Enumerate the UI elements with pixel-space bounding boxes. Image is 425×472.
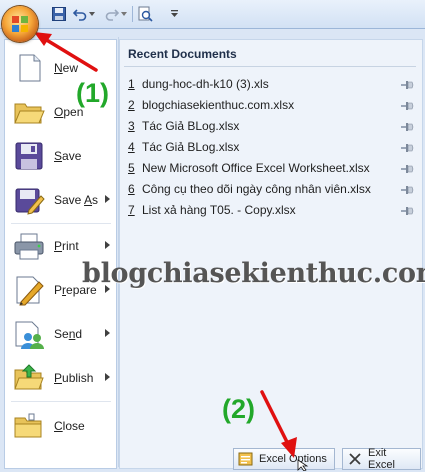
new-document-icon [13,52,45,84]
recent-document-name: dung-hoc-dh-k10 (3).xls [142,77,269,91]
close-folder-icon [13,410,45,442]
menu-item-label: Save [54,149,82,163]
undo-icon[interactable] [72,5,88,23]
recent-document-number: 2 [128,98,135,112]
menu-item-label: Send [54,327,83,341]
step-2-label: (2) [222,394,255,424]
open-folder-icon [13,96,45,128]
pin-icon[interactable] [400,205,414,215]
office-button[interactable] [2,6,38,42]
submenu-arrow-icon [105,195,110,203]
recent-document-item[interactable]: 4 Tác Giả BLog.xlsx [128,137,414,157]
redo-icon[interactable] [104,5,120,23]
undo-dropdown-icon[interactable] [88,5,96,23]
office-logo-icon [12,16,28,32]
pin-icon[interactable] [400,121,414,131]
menu-item-label: Close [54,419,85,433]
step-1-label: (1) [76,78,109,108]
recent-document-number: 3 [128,119,135,133]
menu-item-send[interactable]: Send [5,312,116,356]
pin-icon[interactable] [400,184,414,194]
menu-item-save[interactable]: Save [5,134,116,178]
pin-icon[interactable] [400,79,414,89]
recent-documents-panel: Recent Documents 1 dung-hoc-dh-k10 (3).xl… [119,39,423,469]
recent-document-item[interactable]: 2 blogchiasekienthuc.com.xlsx [128,95,414,115]
menu-item-label: New [54,61,79,75]
menu-item-save-as[interactable]: Save As [5,178,116,222]
menu-item-label: Publish [54,371,94,385]
redo-dropdown-icon[interactable] [120,5,128,23]
excel-options-button[interactable]: Excel Options [233,448,335,470]
pin-icon[interactable] [400,163,414,173]
prepare-pen-icon [13,274,45,306]
recent-document-number: 1 [128,77,135,91]
recent-document-item[interactable]: 7 List xả hàng T05. - Copy.xlsx [128,200,414,220]
save-icon[interactable] [50,5,68,23]
recent-documents-title: Recent Documents [128,47,237,61]
menu-separator [11,401,111,402]
recent-document-item[interactable]: 5 New Microsoft Office Excel Worksheet.xl… [128,158,414,178]
exit-excel-label: Exit Excel [368,447,395,471]
submenu-arrow-icon [105,373,110,381]
recent-document-name: Công cụ theo dõi ngày công nhân viên.xls… [142,182,371,196]
menu-item-label: Print [54,239,79,253]
printer-icon [13,230,45,262]
recent-document-name: List xả hàng T05. - Copy.xlsx [142,203,296,217]
menu-item-publish[interactable]: Publish [5,356,116,400]
submenu-arrow-icon [105,241,110,249]
send-people-icon [13,318,45,350]
recent-document-number: 4 [128,140,135,154]
office-menu: New Open Save Save As Print Prepare Send… [0,28,425,472]
menu-item-close[interactable]: Close [5,404,116,448]
title-underline [124,66,416,67]
publish-folder-icon [13,362,45,394]
recent-document-item[interactable]: 3 Tác Giả BLog.xlsx [128,116,414,136]
pin-icon[interactable] [400,142,414,152]
close-x-icon [347,451,363,467]
options-document-icon [238,451,254,467]
recent-document-item[interactable]: 1 dung-hoc-dh-k10 (3).xls [128,74,414,94]
pin-icon[interactable] [400,100,414,110]
recent-document-item[interactable]: 6 Công cụ theo dõi ngày công nhân viên.xl… [128,179,414,199]
customize-icon[interactable] [170,5,180,23]
print-preview-icon[interactable] [136,5,154,23]
save-as-icon [13,184,45,216]
quick-access-toolbar [0,0,425,29]
recent-document-number: 5 [128,161,135,175]
toolbar-separator [132,6,133,22]
recent-document-name: Tác Giả BLog.xlsx [142,140,240,154]
menu-item-label: Save As [54,193,99,207]
excel-options-label: Excel Options [259,453,327,465]
submenu-arrow-icon [105,329,110,337]
recent-document-number: 7 [128,203,135,217]
recent-document-number: 6 [128,182,135,196]
recent-document-name: blogchiasekienthuc.com.xlsx [142,98,295,112]
save-disk-icon [13,140,45,172]
recent-document-name: Tác Giả BLog.xlsx [142,119,240,133]
exit-excel-button[interactable]: Exit Excel [342,447,421,471]
recent-document-name: New Microsoft Office Excel Worksheet.xls… [142,161,370,175]
watermark: blogchiasekienthuc.com [82,258,425,289]
